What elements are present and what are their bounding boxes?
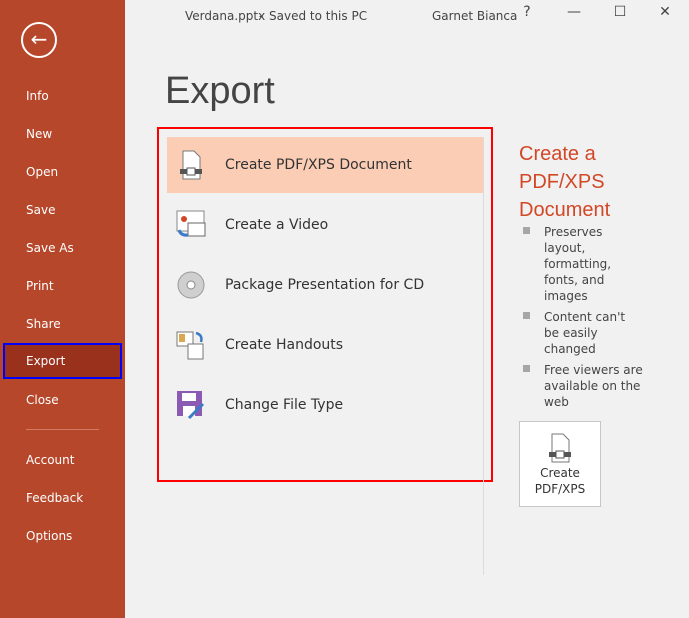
sidebar-item-close[interactable]: Close: [3, 382, 122, 418]
option-change-file-type[interactable]: Change File Type: [167, 377, 483, 433]
pdf-document-icon: [175, 149, 207, 181]
handouts-icon: [175, 329, 207, 361]
pdf-document-icon: [520, 433, 600, 465]
detail-title: Create a PDF/XPS Document: [519, 143, 611, 221]
option-label: Create Handouts: [225, 337, 344, 353]
sidebar-item-account[interactable]: Account: [3, 442, 122, 478]
option-label: Change File Type: [225, 397, 344, 413]
sidebar-item-print[interactable]: Print: [3, 268, 122, 304]
back-button[interactable]: ←: [21, 22, 57, 58]
option-label: Create a Video: [225, 217, 329, 233]
title-bar: Verdana.pptx - Saved to this PC Garnet B…: [125, 0, 689, 32]
panel-divider: [483, 137, 484, 575]
page-title: Export: [165, 70, 275, 112]
option-label: Package Presentation for CD: [225, 277, 425, 293]
button-label-line2: PDF/XPS: [534, 482, 586, 496]
option-create-video[interactable]: Create a Video: [167, 197, 483, 253]
bullet-item: Preserves layout, formatting, fonts, and…: [523, 224, 643, 304]
sidebar-item-save-as[interactable]: Save As: [3, 230, 122, 266]
save-as-floppy-icon: [175, 389, 207, 421]
option-package-cd[interactable]: Package Presentation for CD: [167, 257, 483, 313]
sidebar-item-feedback[interactable]: Feedback: [3, 480, 122, 516]
video-icon: [175, 209, 207, 241]
backstage-sidebar: ← Info New Open Save Save As Print Share…: [0, 0, 125, 618]
user-name[interactable]: Garnet Bianca: [432, 9, 517, 23]
help-button[interactable]: ?: [515, 4, 539, 20]
title-separator: -: [259, 9, 264, 23]
create-pdf-xps-button[interactable]: Create PDF/XPS: [519, 421, 601, 507]
bullet-item: Free viewers are available on the web: [523, 362, 643, 410]
option-create-pdf-xps[interactable]: Create PDF/XPS Document: [167, 137, 483, 193]
close-window-button[interactable]: ✕: [653, 4, 677, 20]
sidebar-item-open[interactable]: Open: [3, 154, 122, 190]
bullet-item: Content can't be easily changed: [523, 309, 643, 357]
option-label: Create PDF/XPS Document: [225, 157, 412, 173]
sidebar-item-info[interactable]: Info: [3, 78, 122, 114]
file-name: Verdana.pptx: [185, 9, 266, 23]
sidebar-item-share[interactable]: Share: [3, 306, 122, 342]
button-label-line1: Create: [540, 466, 580, 480]
cd-icon: [175, 269, 207, 301]
save-status: Saved to this PC: [269, 9, 368, 23]
maximize-button[interactable]: ☐: [608, 4, 632, 20]
sidebar-item-new[interactable]: New: [3, 116, 122, 152]
sidebar-item-export[interactable]: Export: [3, 343, 122, 379]
sidebar-item-options[interactable]: Options: [3, 518, 122, 554]
minimize-button[interactable]: —: [562, 4, 586, 20]
option-create-handouts[interactable]: Create Handouts: [167, 317, 483, 373]
sidebar-item-save[interactable]: Save: [3, 192, 122, 228]
sidebar-divider: [26, 429, 99, 430]
